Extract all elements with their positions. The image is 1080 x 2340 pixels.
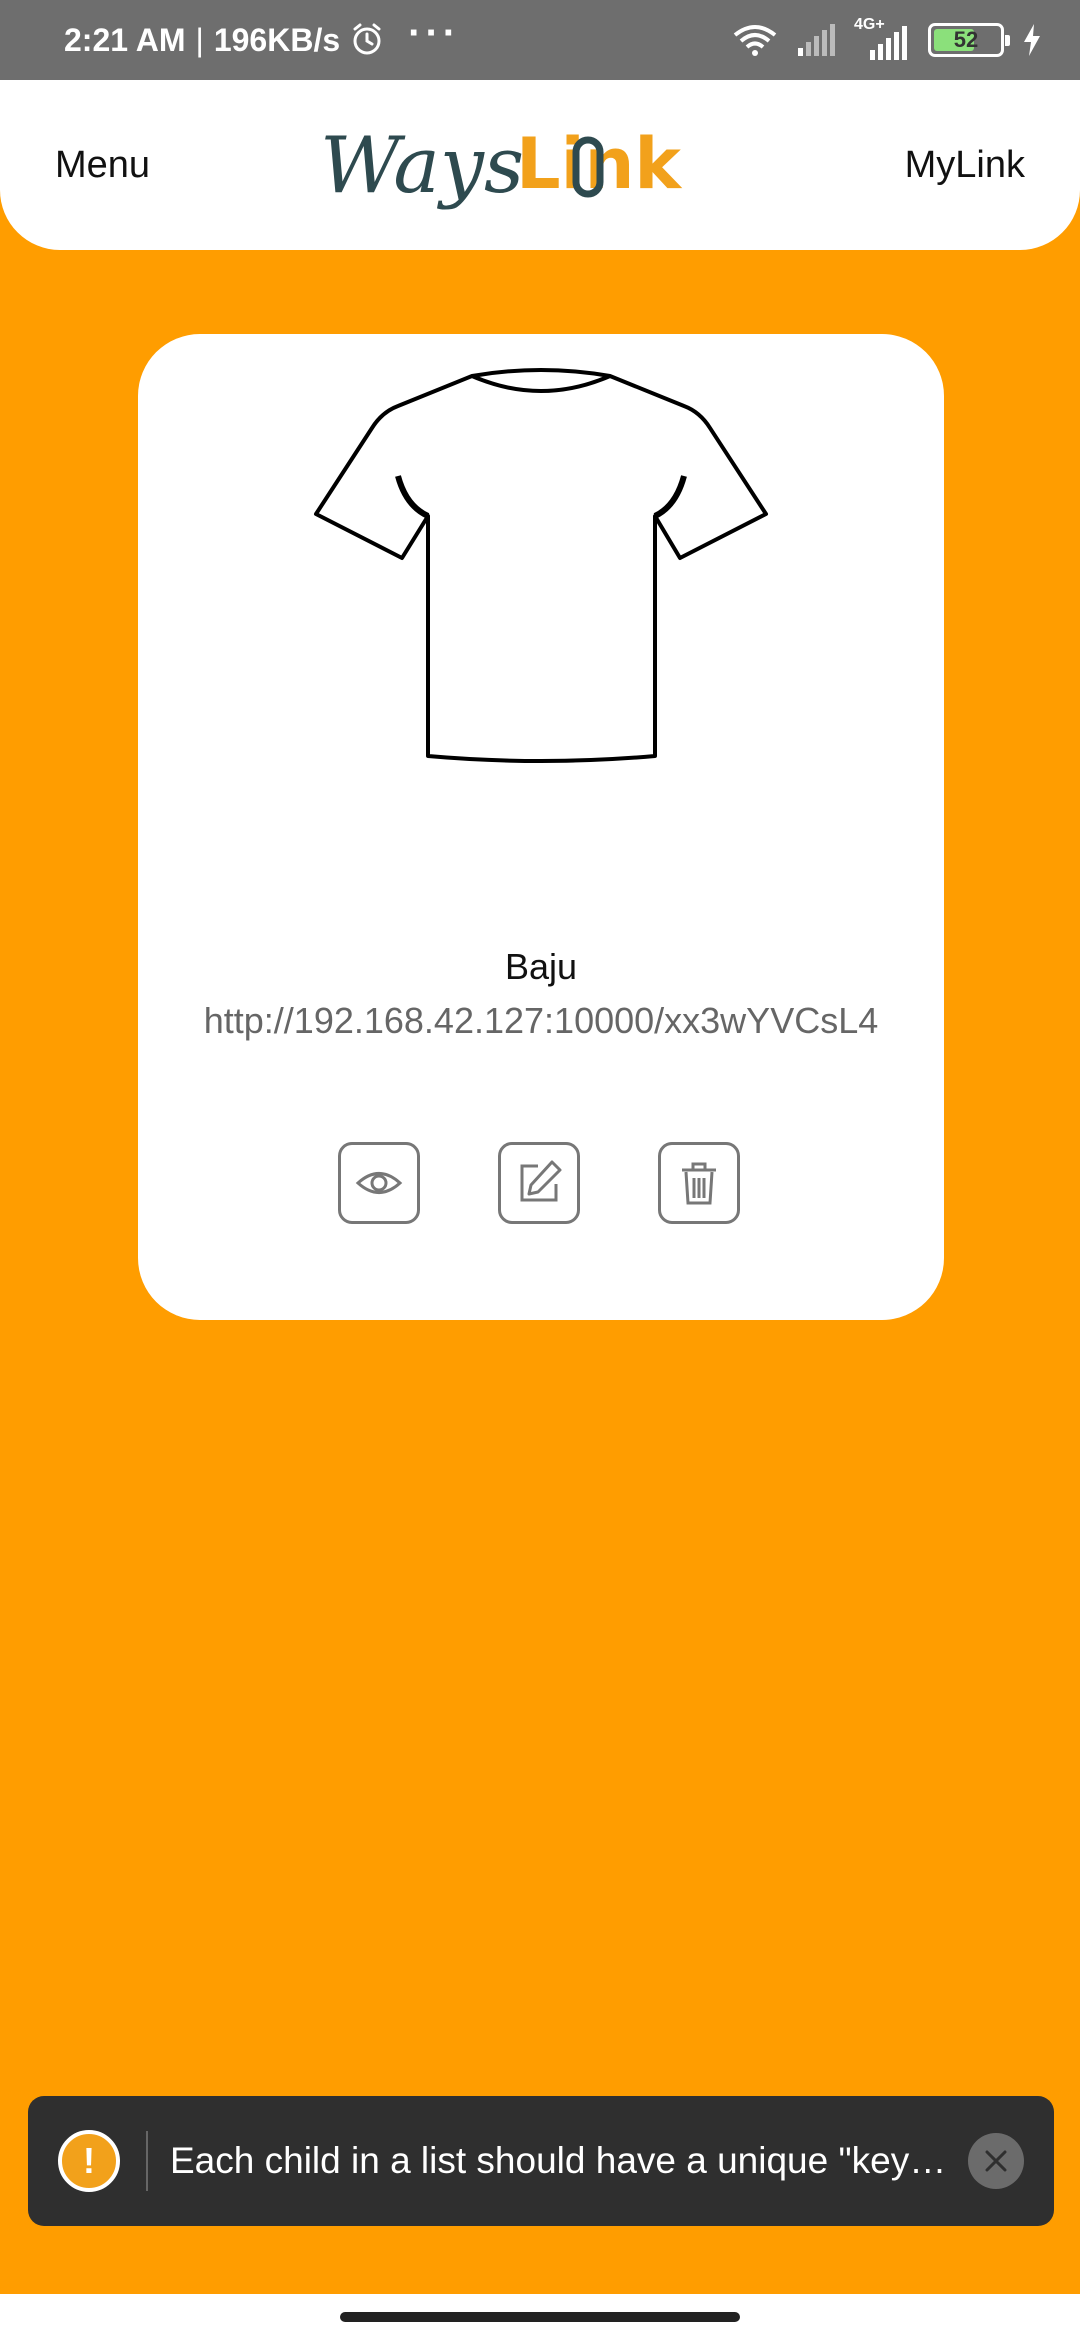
status-separator: | bbox=[195, 21, 204, 58]
charging-icon bbox=[1024, 24, 1040, 56]
app-header: Menu Ways Link MyLink bbox=[0, 80, 1080, 250]
eye-icon bbox=[355, 1172, 403, 1194]
signal-4g-icon bbox=[870, 26, 907, 60]
signal-icon bbox=[798, 24, 835, 56]
view-button[interactable] bbox=[338, 1142, 420, 1224]
edit-icon bbox=[520, 1160, 562, 1202]
tshirt-image bbox=[314, 368, 768, 763]
status-right: 4G+ 52 bbox=[732, 16, 1042, 60]
more-notifications-icon: ··· bbox=[408, 11, 461, 55]
toast-divider bbox=[146, 2131, 148, 2191]
status-left: 2:21 AM | 196KB/s ··· bbox=[64, 13, 460, 59]
network-4g-signal: 4G+ bbox=[854, 16, 910, 60]
wifi-icon bbox=[733, 25, 777, 56]
battery-indicator: 52 bbox=[928, 23, 1010, 57]
svg-text:Ways: Ways bbox=[320, 121, 524, 211]
close-toast-button[interactable] bbox=[968, 2133, 1024, 2189]
warning-toast[interactable]: ! Each child in a list should have a uni… bbox=[28, 2096, 1054, 2226]
close-icon bbox=[985, 2150, 1007, 2172]
edit-button[interactable] bbox=[498, 1142, 580, 1224]
item-url[interactable]: http://192.168.42.127:10000/xx3wYVCsL4 bbox=[138, 1000, 944, 1042]
mylink-link[interactable]: MyLink bbox=[905, 144, 1025, 187]
battery-level: 52 bbox=[953, 27, 979, 52]
status-time: 2:21 AM bbox=[64, 21, 186, 58]
status-speed: 196KB/s bbox=[213, 21, 341, 58]
status-bar: 2:21 AM | 196KB/s ··· 4G+ 52 bbox=[0, 0, 1080, 80]
toast-message: Each child in a list should have a uniqu… bbox=[170, 2140, 950, 2181]
warning-icon: ! bbox=[58, 2130, 120, 2192]
link-card: Baju http://192.168.42.127:10000/xx3wYVC… bbox=[138, 334, 944, 1320]
alarm-icon bbox=[353, 23, 381, 55]
trash-icon bbox=[682, 1162, 716, 1205]
home-indicator[interactable] bbox=[340, 2312, 740, 2322]
delete-button[interactable] bbox=[658, 1142, 740, 1224]
menu-link[interactable]: Menu bbox=[55, 144, 150, 187]
card-actions bbox=[338, 1142, 740, 1224]
wayslink-logo[interactable]: Ways Link bbox=[320, 110, 740, 220]
item-title: Baju bbox=[504, 946, 578, 987]
